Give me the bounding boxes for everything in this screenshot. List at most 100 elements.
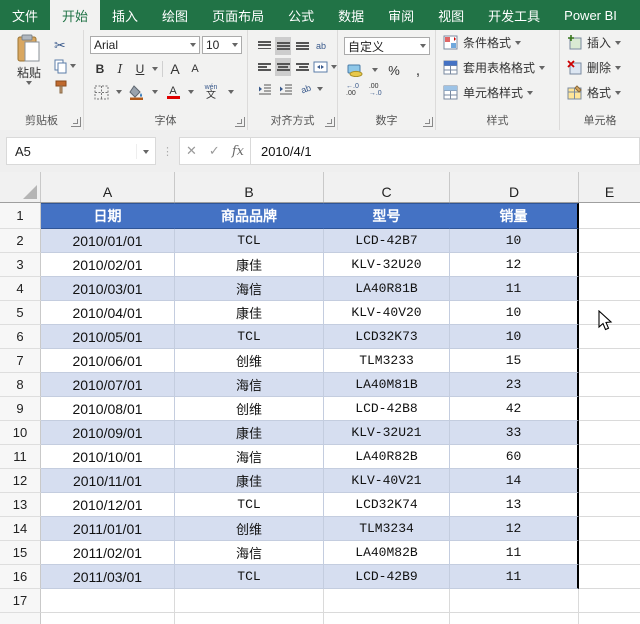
cell-date[interactable]: 2010/05/01: [41, 325, 175, 349]
phonetic-guide-button[interactable]: wén 文: [200, 83, 222, 101]
row-header-6[interactable]: 6: [0, 325, 41, 349]
row-header-5[interactable]: 5: [0, 301, 41, 325]
cell-col-e[interactable]: [579, 277, 640, 301]
cell-model[interactable]: LCD-42B7: [324, 229, 450, 253]
cell-col-e[interactable]: [579, 229, 640, 253]
cell-brand[interactable]: 海信: [175, 277, 324, 301]
cell-date[interactable]: 2010/09/01: [41, 421, 175, 445]
cell-col-e[interactable]: [579, 349, 640, 373]
cell-col-e[interactable]: [579, 493, 640, 517]
empty-cell[interactable]: [175, 613, 324, 624]
cell-col-e[interactable]: [579, 373, 640, 397]
row-header-10[interactable]: 10: [0, 421, 41, 445]
row-header-4[interactable]: 4: [0, 277, 41, 301]
underline-button[interactable]: U: [132, 60, 148, 78]
cell-sales[interactable]: 11: [450, 541, 579, 565]
row-header-3[interactable]: 3: [0, 253, 41, 277]
cell-model[interactable]: LCD32K74: [324, 493, 450, 517]
delete-cells-button[interactable]: 删除: [560, 55, 640, 80]
copy-caret[interactable]: [70, 64, 76, 68]
insert-cells-caret[interactable]: [615, 40, 622, 45]
cell-date[interactable]: 2010/07/01: [41, 373, 175, 397]
column-header-E[interactable]: E: [579, 172, 640, 202]
cell-brand[interactable]: TCL: [175, 325, 324, 349]
cell-date[interactable]: 2011/02/01: [41, 541, 175, 565]
cell-col-e[interactable]: [579, 397, 640, 421]
cell-model[interactable]: LA40R81B: [324, 277, 450, 301]
row-header-[interactable]: [0, 613, 41, 624]
decrease-decimal-button[interactable]: .00 →.0: [369, 83, 382, 97]
cell-date[interactable]: 2011/03/01: [41, 565, 175, 589]
underline-caret[interactable]: [152, 67, 158, 71]
merge-center-button[interactable]: [313, 58, 328, 76]
row-header-14[interactable]: 14: [0, 517, 41, 541]
cell-col-e[interactable]: [579, 565, 640, 589]
tab-home[interactable]: 开始: [50, 0, 101, 30]
font-name-combo[interactable]: Arial: [90, 36, 200, 54]
cell-date[interactable]: 2010/12/01: [41, 493, 175, 517]
tab-developer[interactable]: 开发工具: [476, 0, 552, 30]
cell-sales[interactable]: 14: [450, 469, 579, 493]
orientation-caret[interactable]: [317, 87, 323, 91]
tab-data[interactable]: 数据: [326, 0, 376, 30]
tab-power-bi[interactable]: Power BI: [552, 0, 629, 30]
cell-col-e[interactable]: [579, 445, 640, 469]
row-header-8[interactable]: 8: [0, 373, 41, 397]
cell-brand[interactable]: 海信: [175, 541, 324, 565]
cell-col-e[interactable]: [579, 613, 640, 624]
wrap-text-button[interactable]: ab: [313, 37, 329, 55]
empty-cell[interactable]: [324, 589, 450, 613]
cell-sales[interactable]: 10: [450, 301, 579, 325]
cell-brand[interactable]: 创维: [175, 397, 324, 421]
cell-sales[interactable]: 11: [450, 565, 579, 589]
cell-col-e[interactable]: [579, 517, 640, 541]
enter-button[interactable]: ✓: [209, 143, 220, 159]
cell-brand[interactable]: TCL: [175, 565, 324, 589]
decrease-indent-button[interactable]: [256, 80, 274, 98]
align-top-button[interactable]: [256, 37, 272, 55]
name-box[interactable]: A5: [6, 137, 156, 165]
clipboard-dialog-launcher[interactable]: [71, 117, 81, 127]
cell-brand[interactable]: TCL: [175, 229, 324, 253]
tab-review[interactable]: 审阅: [376, 0, 426, 30]
cell-sales[interactable]: 12: [450, 517, 579, 541]
cut-button[interactable]: ✂: [54, 36, 76, 54]
cell-date[interactable]: 2010/10/01: [41, 445, 175, 469]
cell-date[interactable]: 2010/08/01: [41, 397, 175, 421]
cell-col-e[interactable]: [579, 253, 640, 277]
cell-sales[interactable]: 42: [450, 397, 579, 421]
column-header-C[interactable]: C: [324, 172, 450, 202]
cell-col-e[interactable]: [579, 469, 640, 493]
empty-cell[interactable]: [41, 589, 175, 613]
formula-bar-grip[interactable]: ⋮: [156, 145, 179, 158]
tab-formulas[interactable]: 公式: [276, 0, 326, 30]
align-middle-button[interactable]: [275, 37, 291, 55]
cell-sales[interactable]: 11: [450, 277, 579, 301]
accounting-format-button[interactable]: [346, 61, 364, 79]
font-color-caret[interactable]: [188, 90, 194, 94]
italic-button[interactable]: I: [112, 60, 128, 78]
cell-brand[interactable]: 康佳: [175, 253, 324, 277]
header-cell-3[interactable]: 销量: [450, 203, 579, 229]
header-cell-1[interactable]: 商品品牌: [175, 203, 324, 229]
tab-page-layout[interactable]: 页面布局: [200, 0, 276, 30]
merge-center-caret[interactable]: [331, 65, 337, 69]
cell-date[interactable]: 2010/04/01: [41, 301, 175, 325]
align-right-button[interactable]: [294, 58, 310, 76]
borders-button[interactable]: [92, 83, 110, 101]
tab-power-pivot[interactable]: Power Pivot: [629, 0, 640, 30]
format-cells-caret[interactable]: [615, 90, 622, 95]
format-as-table-button[interactable]: 套用表格格式: [436, 55, 559, 80]
cell-sales[interactable]: 13: [450, 493, 579, 517]
tab-draw[interactable]: 绘图: [150, 0, 200, 30]
row-header-16[interactable]: 16: [0, 565, 41, 589]
name-box-caret[interactable]: [143, 150, 149, 155]
tab-view[interactable]: 视图: [426, 0, 476, 30]
row-header-17[interactable]: 17: [0, 589, 41, 613]
cell-brand[interactable]: 海信: [175, 373, 324, 397]
cell-model[interactable]: KLV-40V21: [324, 469, 450, 493]
number-format-combo[interactable]: 自定义: [344, 37, 430, 55]
column-header-B[interactable]: B: [175, 172, 324, 202]
cell-model[interactable]: LA40R82B: [324, 445, 450, 469]
select-all-corner[interactable]: [0, 172, 41, 202]
